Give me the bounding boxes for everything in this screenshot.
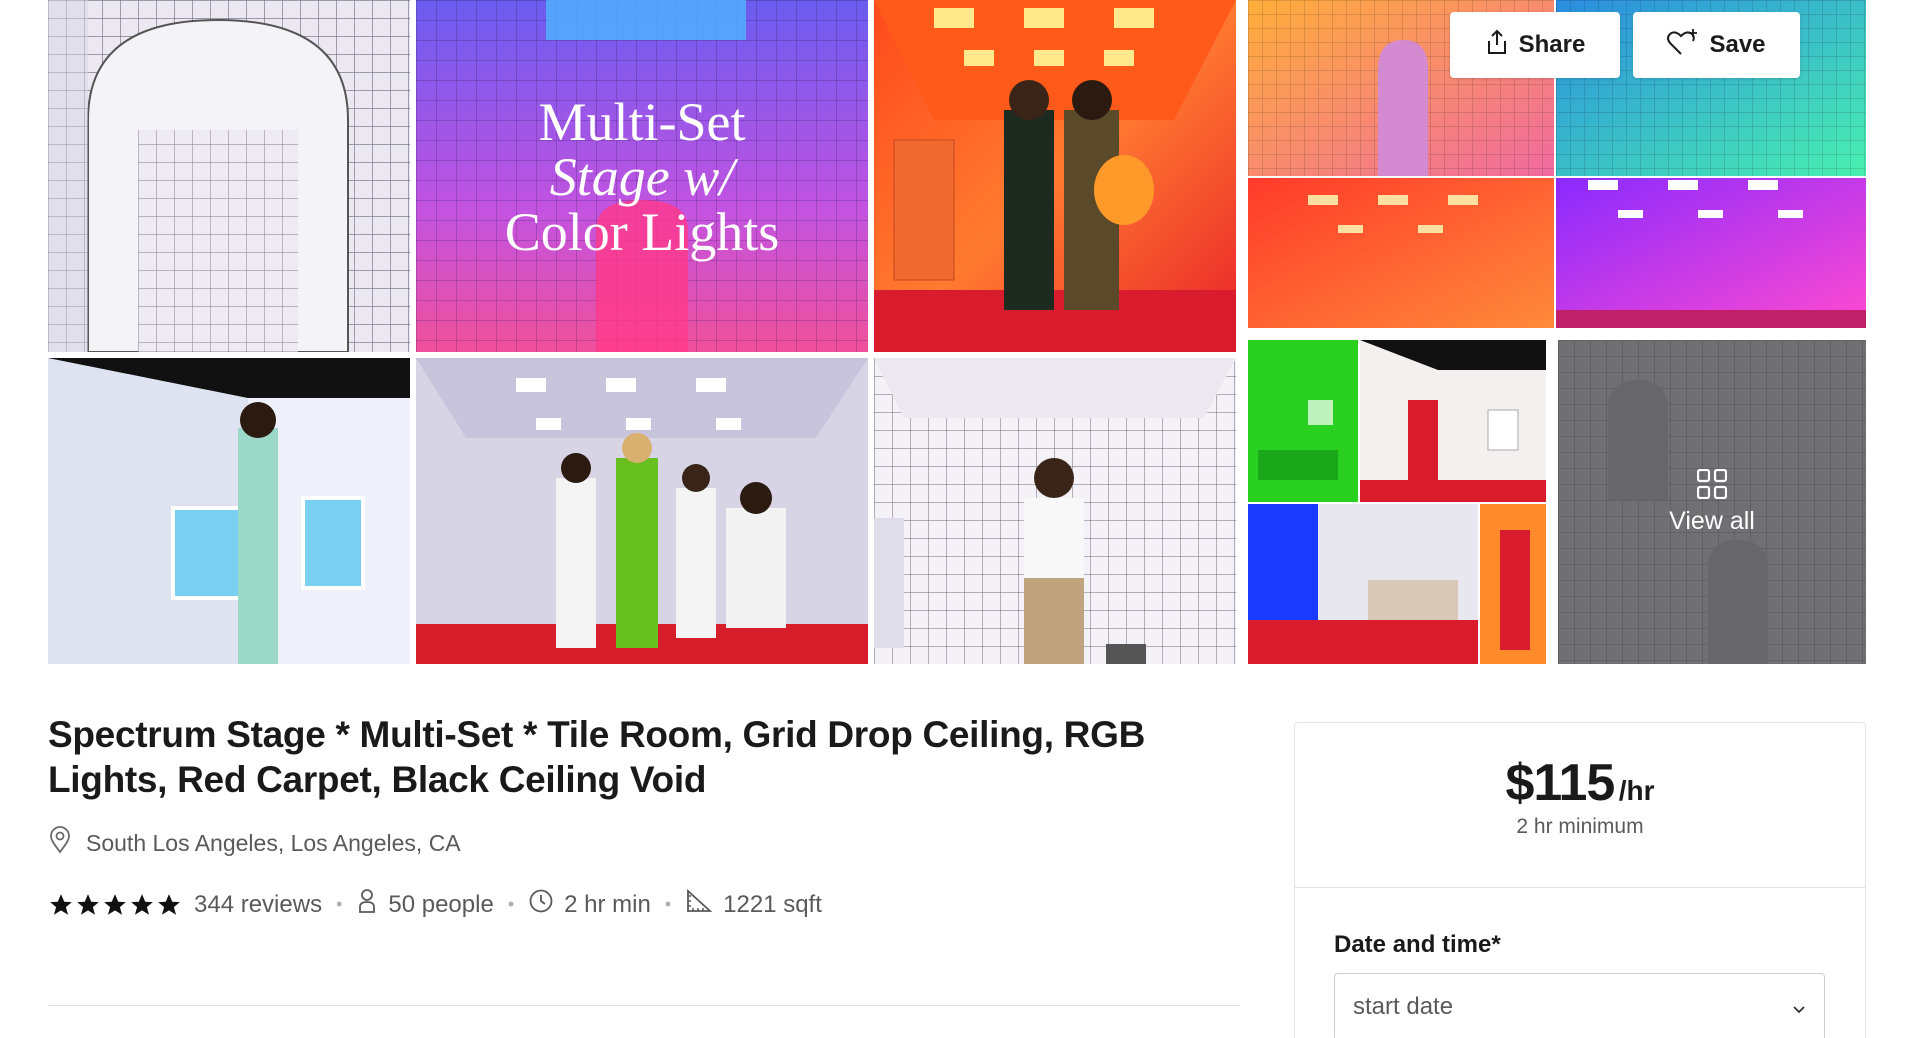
size-text: 1221 sqft	[723, 890, 822, 918]
gallery-photo-1[interactable]	[48, 0, 410, 352]
start-date-select[interactable]: start date	[1334, 973, 1825, 1038]
gallery-photo-5[interactable]	[48, 358, 410, 664]
overlay-line-3: Color Lights	[505, 202, 780, 262]
clock-icon	[528, 888, 554, 921]
share-button[interactable]: Share	[1450, 12, 1620, 78]
capacity-stat: 50 people	[356, 888, 494, 921]
star-icon	[104, 893, 126, 915]
listing-title: Spectrum Stage * Multi-Set * Tile Room, …	[48, 714, 1146, 800]
star-icon	[158, 893, 180, 915]
star-icon	[131, 893, 153, 915]
separator-dot: •	[507, 894, 515, 914]
listing-stats: 344 reviews • 50 people • 2 hr min • 122…	[48, 888, 822, 921]
size-stat: 1221 sqft	[685, 888, 822, 921]
separator-dot: •	[336, 894, 343, 914]
gallery-photo-6[interactable]	[416, 358, 868, 664]
price-row: $115 /hr	[1295, 753, 1865, 813]
price-value: $115	[1505, 754, 1615, 812]
star-icon	[77, 893, 99, 915]
section-divider	[48, 1005, 1240, 1006]
overlay-line-2: Stage w/	[550, 147, 739, 207]
chevron-down-icon	[1792, 993, 1806, 1021]
star-icon	[50, 893, 72, 915]
listing-location: South Los Angeles, Los Angeles, CA	[48, 826, 461, 860]
view-all-overlay[interactable]: View all	[1558, 340, 1866, 664]
date-time-label: Date and time*	[1334, 931, 1501, 958]
ruler-triangle-icon	[685, 888, 713, 921]
gallery-actions: Share Save	[1450, 12, 1800, 78]
gallery-photo-3[interactable]	[874, 0, 1236, 352]
reviews-link[interactable]: 344 reviews	[194, 891, 322, 919]
view-all-label: View all	[1669, 506, 1755, 535]
gallery-photo-2[interactable]: Multi-Set Stage w/ Color Lights	[416, 0, 868, 352]
gallery-photo-7[interactable]	[874, 358, 1236, 664]
min-hours-stat: 2 hr min	[528, 888, 651, 921]
share-icon	[1485, 29, 1509, 62]
start-date-placeholder: start date	[1353, 993, 1454, 1020]
separator-dot: •	[664, 894, 672, 914]
share-label: Share	[1518, 31, 1586, 58]
photo-gallery: Multi-Set Stage w/ Color Lights View all…	[48, 0, 1866, 664]
rating-stars	[48, 892, 182, 918]
location-pin-icon	[48, 826, 72, 860]
minimum-hours: 2 hr minimum	[1516, 815, 1644, 838]
booking-card: $115 /hr 2 hr minimum Date and time* sta…	[1294, 722, 1866, 1038]
grid-icon	[1697, 468, 1727, 499]
capacity-text: 50 people	[388, 890, 494, 918]
save-button[interactable]: Save	[1633, 12, 1800, 78]
heart-plus-icon	[1667, 28, 1699, 63]
min-hours-text: 2 hr min	[564, 890, 651, 918]
booking-divider	[1295, 887, 1865, 888]
save-label: Save	[1709, 31, 1766, 58]
location-text[interactable]: South Los Angeles, Los Angeles, CA	[86, 830, 461, 857]
person-icon	[356, 888, 378, 921]
gallery-photo-8[interactable]	[1248, 340, 1546, 664]
price-unit: /hr	[1618, 775, 1655, 806]
overlay-line-1: Multi-Set	[538, 92, 745, 152]
view-all-tile[interactable]: View all	[1558, 340, 1866, 664]
